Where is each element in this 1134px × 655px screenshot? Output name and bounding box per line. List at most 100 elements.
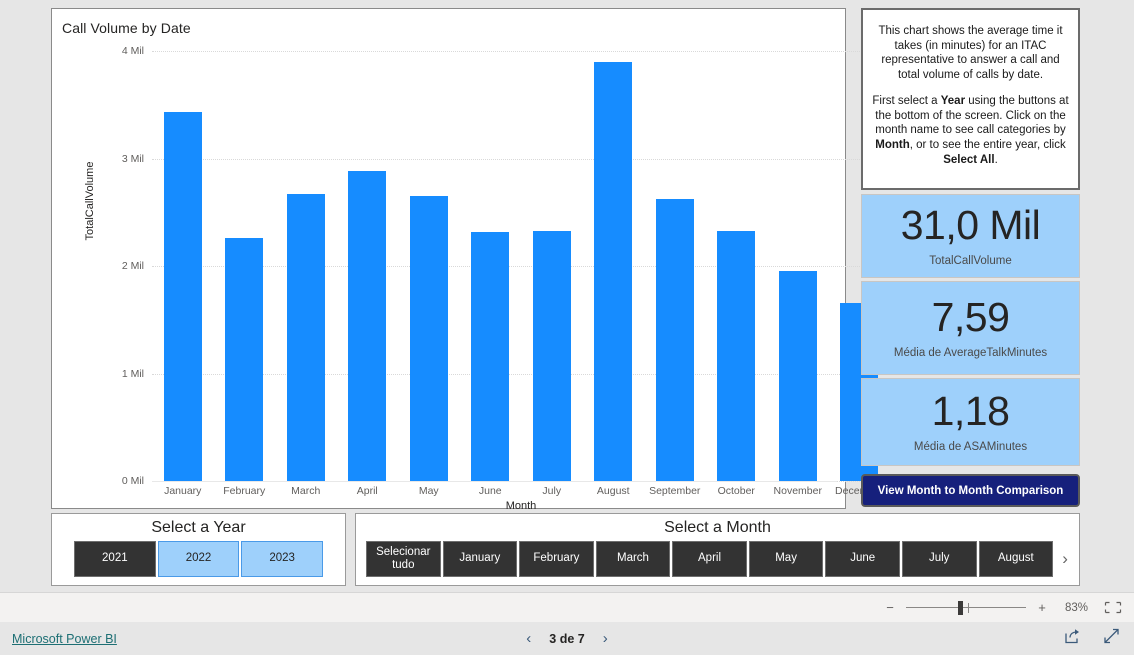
month-option-january[interactable]: January xyxy=(442,541,518,577)
x-axis-tick-label[interactable]: June xyxy=(479,485,502,497)
bar[interactable] xyxy=(409,196,448,481)
zoom-in-button[interactable]: + xyxy=(1036,600,1048,615)
year-option-2023[interactable]: 2023 xyxy=(241,541,324,577)
x-axis-tick-label[interactable]: September xyxy=(649,485,700,497)
fullscreen-expand-icon[interactable] xyxy=(1103,628,1120,649)
x-axis-tick-label[interactable]: May xyxy=(419,485,439,497)
previous-page-chevron-icon[interactable]: ‹ xyxy=(526,630,531,647)
info-p2-text3: , or to see the entire year, click xyxy=(909,139,1066,152)
x-axis-line xyxy=(152,481,837,482)
year-slicer-items: 2021 2022 2023 xyxy=(52,537,345,577)
footer-icon-group xyxy=(1064,628,1120,649)
month-option-may[interactable]: May xyxy=(748,541,824,577)
bar[interactable] xyxy=(348,171,387,481)
kpi-card-average-talk-minutes[interactable]: 7,59 Média de AverageTalkMinutes xyxy=(861,281,1080,375)
bar[interactable] xyxy=(717,230,756,481)
bar[interactable] xyxy=(163,112,202,481)
y-axis-tick-label: 2 Mil xyxy=(121,260,144,272)
info-paragraph-1: This chart shows the average time it tak… xyxy=(878,25,1063,82)
zoom-slider-track xyxy=(906,606,1026,608)
month-option-march[interactable]: March xyxy=(595,541,671,577)
kpi-value: 31,0 Mil xyxy=(900,202,1041,248)
month-option-june[interactable]: June xyxy=(825,541,900,577)
info-panel: This chart shows the average time it tak… xyxy=(861,8,1080,190)
zoom-out-button[interactable]: − xyxy=(884,600,896,615)
year-slicer-title: Select a Year xyxy=(151,519,246,536)
fit-to-page-icon[interactable] xyxy=(1104,601,1122,614)
month-option-july[interactable]: July xyxy=(901,541,977,577)
bar[interactable] xyxy=(594,61,633,481)
bar[interactable] xyxy=(532,230,571,481)
bar-slot[interactable] xyxy=(398,51,460,481)
info-paragraph-2: First select a Year using the buttons at… xyxy=(871,94,1070,168)
bar-slot[interactable] xyxy=(583,51,645,481)
x-axis-tick-label[interactable]: October xyxy=(718,485,755,497)
kpi-value: 7,59 xyxy=(931,294,1010,340)
y-axis-tick-label: 0 Mil xyxy=(121,475,144,487)
month-slicer: Select a Month Selecionar tudo January Feb… xyxy=(355,513,1080,586)
page-navigation: ‹ 3 de 7 › xyxy=(0,630,1134,647)
page-indicator-label: 3 de 7 xyxy=(549,631,585,646)
year-option-2021[interactable]: 2021 xyxy=(74,541,156,577)
x-axis-tick-label[interactable]: July xyxy=(542,485,561,497)
bar-slot[interactable] xyxy=(644,51,706,481)
info-p2-text1: First select a xyxy=(872,94,941,107)
bar[interactable] xyxy=(225,238,264,481)
zoom-level-label: 83% xyxy=(1064,601,1088,614)
month-slicer-items: Selecionar tudo January February March April… xyxy=(356,537,1079,577)
bar[interactable] xyxy=(778,271,817,481)
x-axis-title: Month xyxy=(505,500,537,512)
bar-slot[interactable] xyxy=(706,51,768,481)
kpi-card-asa-minutes[interactable]: 1,18 Média de ASAMinutes xyxy=(861,378,1080,466)
zoom-slider-thumb[interactable] xyxy=(958,600,963,615)
kpi-card-total-call-volume[interactable]: 31,0 Mil TotalCallVolume xyxy=(861,194,1080,278)
bar-slot[interactable] xyxy=(337,51,399,481)
info-p2-text4: . xyxy=(994,153,998,166)
y-axis-tick-label: 4 Mil xyxy=(121,45,144,57)
month-option-february[interactable]: February xyxy=(519,541,594,577)
y-axis-tick-label: 1 Mil xyxy=(121,367,144,380)
kpi-label: Média de AverageTalkMinutes xyxy=(893,347,1048,359)
x-axis-tick-label[interactable]: January xyxy=(164,485,201,497)
kpi-label: TotalCallVolume xyxy=(929,255,1012,267)
x-axis-tick-label[interactable]: November xyxy=(774,485,822,497)
year-slicer: Select a Year 2021 2022 2023 xyxy=(51,513,346,586)
footer-bar: Microsoft Power BI ‹ 3 de 7 › xyxy=(0,622,1134,655)
x-axis-tick-label[interactable]: February xyxy=(223,485,265,497)
bar[interactable] xyxy=(286,193,325,481)
zoom-slider-tick xyxy=(968,602,969,613)
bar[interactable] xyxy=(471,231,510,481)
bar-slot[interactable] xyxy=(275,51,337,481)
month-slicer-next-chevron-icon[interactable]: › xyxy=(1055,541,1075,577)
year-option-2022[interactable]: 2022 xyxy=(157,541,240,577)
month-option-april[interactable]: April xyxy=(672,541,747,577)
y-axis-title: TotalCallVolume xyxy=(84,161,96,241)
share-icon[interactable] xyxy=(1064,628,1081,649)
bar[interactable] xyxy=(655,199,694,481)
x-axis-tick-label[interactable]: August xyxy=(597,485,630,497)
x-axis-tick-label[interactable]: April xyxy=(357,485,378,497)
month-slicer-title: Select a Month xyxy=(664,519,771,536)
info-p2-bold-year: Year xyxy=(940,94,966,107)
info-p2-bold-selectall: Select All xyxy=(943,153,995,166)
info-p2-bold-month: Month xyxy=(875,139,910,152)
chart-title: Call Volume by Date xyxy=(62,20,191,36)
next-page-chevron-icon[interactable]: › xyxy=(603,630,608,647)
bar-slot[interactable] xyxy=(767,51,829,481)
kpi-label: Média de ASAMinutes xyxy=(913,441,1028,453)
zoom-toolbar: − + 83% xyxy=(0,592,1134,622)
bar-slot[interactable] xyxy=(214,51,276,481)
bar-series xyxy=(152,51,890,481)
bar-slot[interactable] xyxy=(152,51,214,481)
month-option-selecionar-tudo[interactable]: Selecionar tudo xyxy=(366,541,441,577)
bar-slot[interactable] xyxy=(460,51,522,481)
report-canvas: Call Volume by Date TotalCallVolume 0 Mi… xyxy=(0,0,1134,592)
x-axis-tick-label[interactable]: March xyxy=(291,485,320,497)
bar-slot[interactable] xyxy=(521,51,583,481)
view-month-to-month-comparison-button[interactable]: View Month to Month Comparison xyxy=(861,474,1080,507)
kpi-value: 1,18 xyxy=(931,388,1010,434)
plot-area xyxy=(152,51,890,482)
zoom-slider[interactable] xyxy=(906,600,1026,615)
month-option-august[interactable]: August xyxy=(978,541,1054,577)
call-volume-chart-card: Call Volume by Date TotalCallVolume 0 Mi… xyxy=(51,8,890,512)
